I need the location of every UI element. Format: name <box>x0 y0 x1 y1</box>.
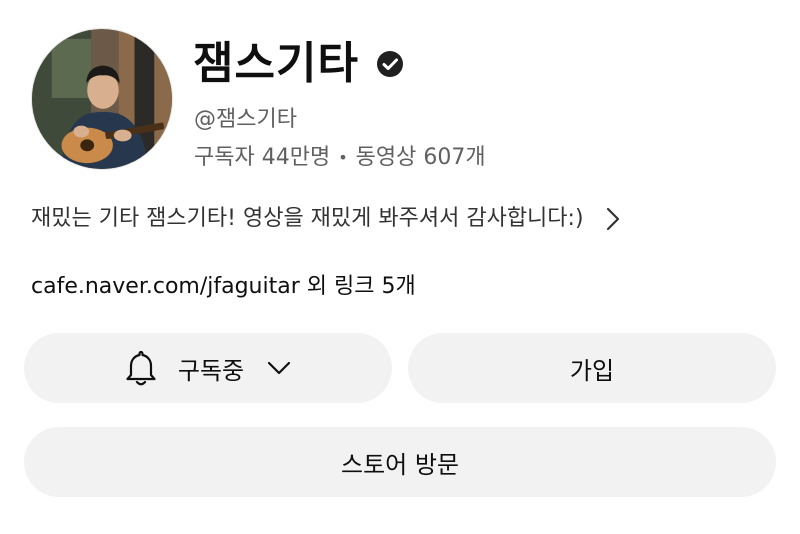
subscriber-count: 구독자 44만명 <box>194 145 331 170</box>
description-text: 재밌는 기타 잼스기타! 영상을 재밌게 봐주셔서 감사합니다:) <box>31 206 584 231</box>
join-button[interactable]: 가입 <box>408 333 776 403</box>
chevron-down-icon <box>266 358 292 378</box>
verified-icon <box>375 49 405 79</box>
channel-avatar[interactable] <box>31 28 173 170</box>
chevron-right-icon[interactable] <box>602 206 624 232</box>
channel-stats: 구독자 44만명 • 동영상 607개 <box>194 142 486 174</box>
join-label: 가입 <box>569 356 615 385</box>
visit-store-button[interactable]: 스토어 방문 <box>24 427 776 497</box>
video-count: 동영상 607개 <box>355 145 486 170</box>
channel-title: 잼스기타 <box>193 38 359 89</box>
channel-links: cafe.naver.com/jfaguitar 외 링크 5개 <box>31 270 416 304</box>
stats-separator: • <box>338 148 348 167</box>
channel-name-row: 잼스기타 <box>193 36 405 92</box>
store-label: 스토어 방문 <box>340 450 460 479</box>
more-links-text[interactable]: 외 링크 5개 <box>300 274 416 299</box>
channel-handle: @잼스기타 <box>194 107 297 132</box>
channel-description[interactable]: 재밌는 기타 잼스기타! 영상을 재밌게 봐주셔서 감사합니다:) <box>31 202 624 236</box>
subscribe-button[interactable]: 구독중 <box>24 333 392 403</box>
avatar-photo <box>32 29 172 169</box>
bell-icon <box>124 349 158 387</box>
subscribe-label: 구독중 <box>177 356 245 385</box>
channel-link-url[interactable]: cafe.naver.com/jfaguitar <box>31 274 300 299</box>
channel-header: 잼스기타 @잼스기타 구독자 44만명 • 동영상 607개 재밌는 기타 잼스… <box>0 0 800 534</box>
